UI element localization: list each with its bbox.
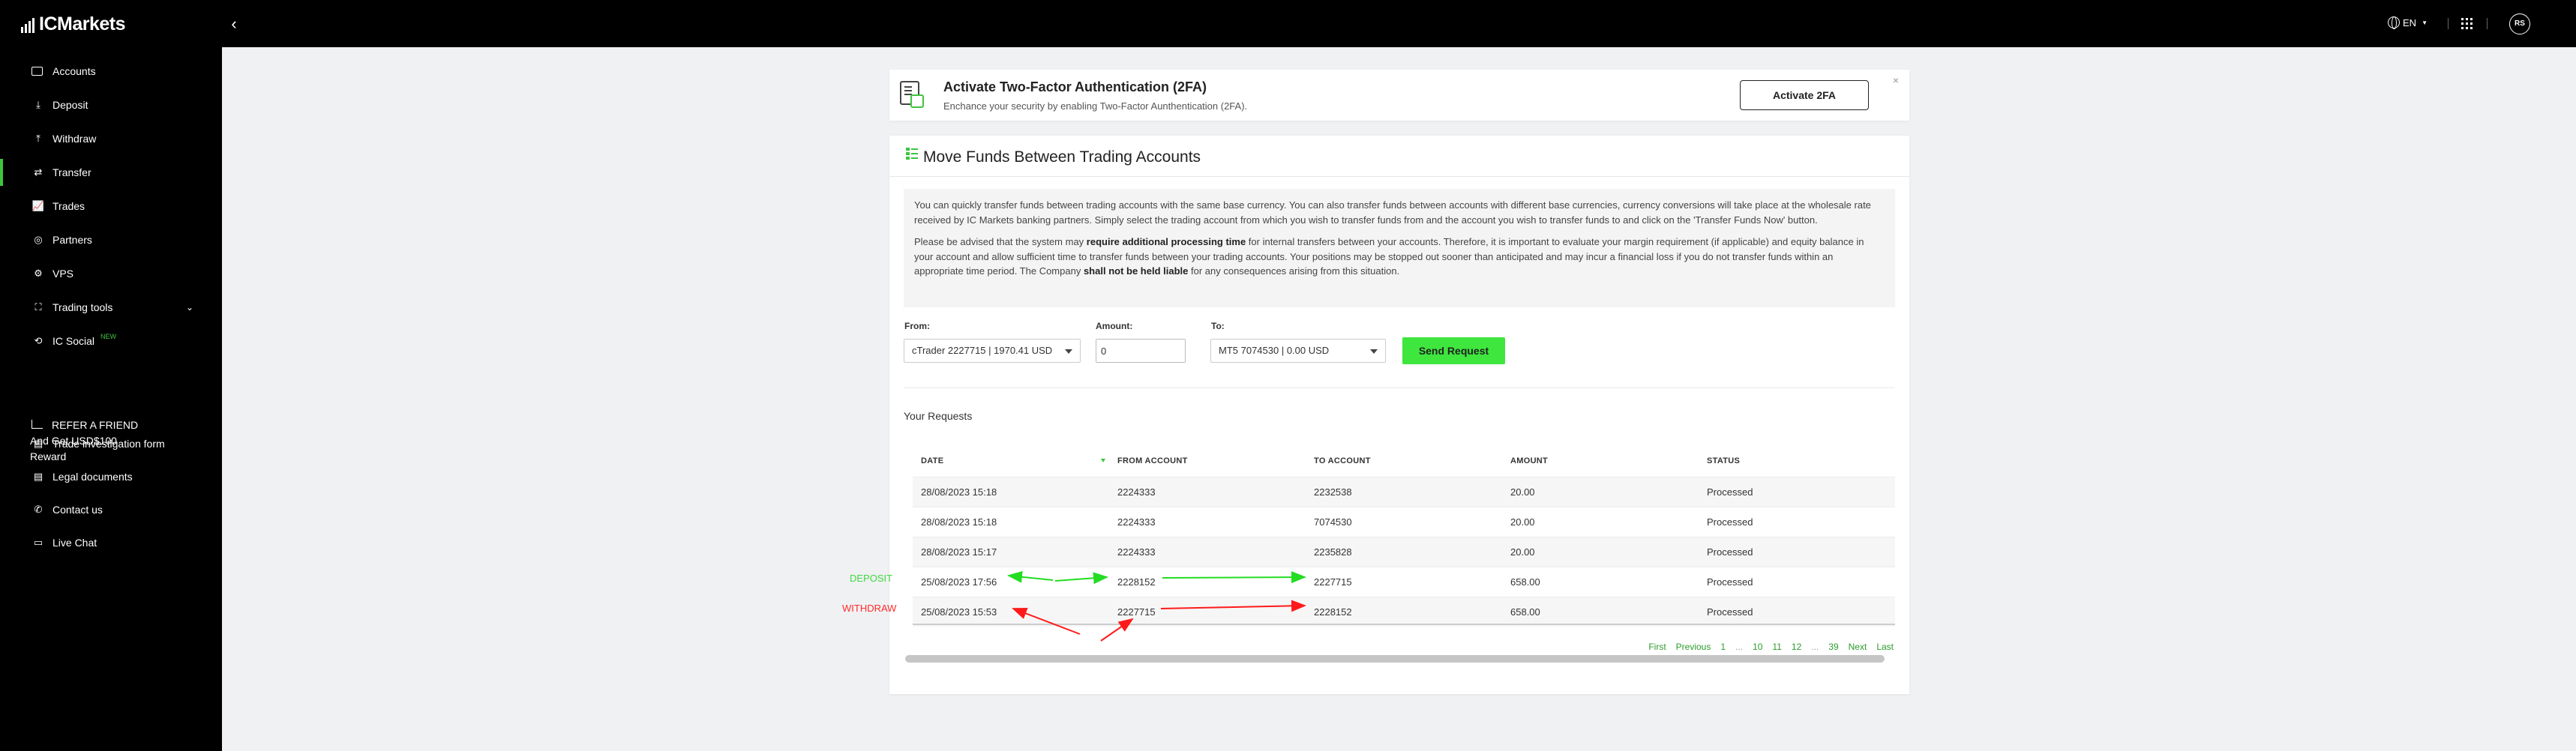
- withdraw-arrow-from: [1100, 618, 1134, 642]
- deposit-arrow-left: [1007, 570, 1054, 583]
- withdraw-arrow-left: [1012, 607, 1081, 635]
- withdraw-arrow-to: [1160, 600, 1306, 612]
- annotation-arrows: [1007, 570, 1306, 642]
- deposit-arrow-to: [1162, 571, 1306, 584]
- deposit-arrow-from: [1054, 572, 1108, 585]
